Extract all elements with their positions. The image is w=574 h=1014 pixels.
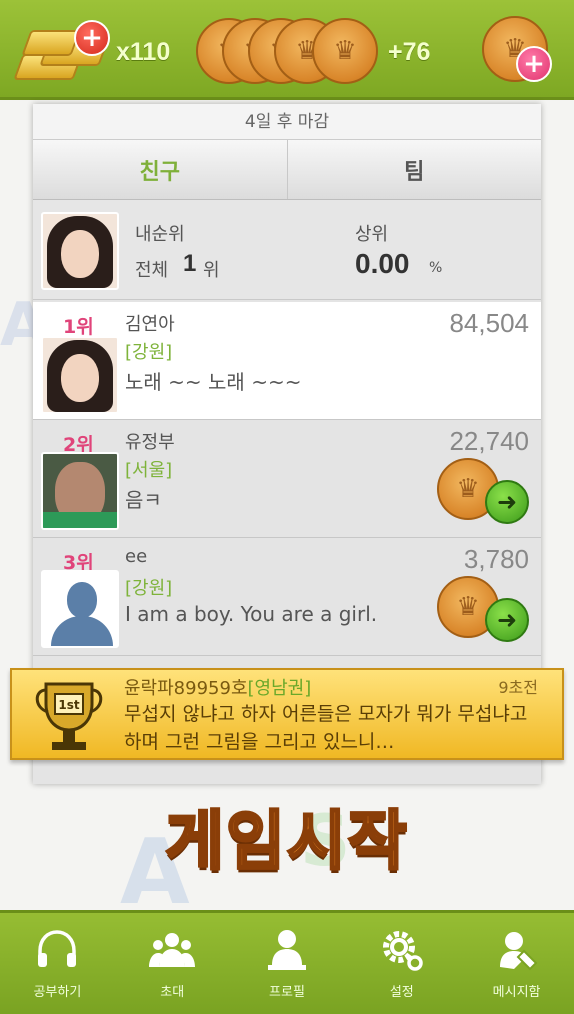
friend-score: 84,504 xyxy=(449,308,529,338)
banner-time: 9초전 xyxy=(498,678,538,697)
my-rank-value: 1 xyxy=(183,250,197,277)
friend-message: 음ㅋ xyxy=(125,488,162,512)
percent-sign: % xyxy=(429,260,443,276)
nav-item-settings[interactable]: 설정 xyxy=(344,913,459,1014)
game-start-button[interactable]: 게임시작 xyxy=(0,790,574,882)
add-gold-button[interactable]: + xyxy=(74,20,110,56)
banner-user-region: [영남권] xyxy=(247,678,312,699)
banner-user-name: 윤락파89959호 xyxy=(124,678,248,699)
friend-score: 3,780 xyxy=(463,544,529,574)
total-prefix: 전체 xyxy=(135,260,169,281)
friend-region: [강원] xyxy=(125,578,173,599)
friend-name: 유정부 xyxy=(125,432,175,453)
nav-label: 프로필 xyxy=(269,985,305,1000)
tab-friends[interactable]: 친구 xyxy=(33,140,288,199)
friend-avatar[interactable] xyxy=(41,452,119,530)
nav-item-messages[interactable]: 메시지함 xyxy=(459,913,574,1014)
bottom-nav: 공부하기 초대 프로필 설정 메시지함 xyxy=(0,910,574,1014)
message-icon xyxy=(499,932,537,971)
first-place-banner[interactable]: 1st 윤락파89959호[영남권] 9초전 무섭지 않냐고 하자 어른들은 모… xyxy=(10,668,564,760)
my-rank-label: 내순위 xyxy=(135,224,185,245)
coin-count: +76 xyxy=(388,38,431,66)
friend-avatar[interactable] xyxy=(41,570,119,648)
friend-name: ee xyxy=(125,546,148,567)
send-coin-button[interactable]: ♛ ➜ xyxy=(437,456,529,526)
nav-item-profile[interactable]: 프로필 xyxy=(230,913,345,1014)
my-rank-summary: 내순위 전체 1 위 상위 0.00 % xyxy=(33,200,541,300)
rank-label: 1위 xyxy=(63,316,94,338)
gear-icon xyxy=(382,931,423,971)
friend-message: I am a boy. You are a girl. xyxy=(125,602,378,626)
send-coin-button[interactable]: ♛ ➜ xyxy=(437,574,529,644)
svg-text:1st: 1st xyxy=(58,698,79,712)
friend-avatar[interactable] xyxy=(41,336,119,414)
top-percent-label: 상위 xyxy=(355,224,389,245)
banner-message: 무섭지 않냐고 하자 어른들은 모자가 뭐가 무섭냐고 하며 그런 그림을 그리… xyxy=(124,703,528,753)
ranking-row[interactable]: 3위 ee [강원] I am a boy. You are a girl. 3… xyxy=(33,538,541,656)
ranking-row[interactable]: 2위 유정부 [서울] 음ㅋ 22,740 ♛ ➜ xyxy=(33,420,541,538)
headphones-icon xyxy=(38,930,77,967)
tab-team[interactable]: 팀 xyxy=(288,140,542,199)
nav-item-invite[interactable]: 초대 xyxy=(115,913,230,1014)
gold-count: x110 xyxy=(116,38,171,66)
friend-name: 김연아 xyxy=(125,314,175,335)
friend-score: 22,740 xyxy=(449,426,529,456)
nav-label: 설정 xyxy=(389,985,414,1000)
top-bar: + x110 ♛ ♛ ♛ ♛ ♛ +76 ♛ + xyxy=(0,0,574,100)
nav-item-study[interactable]: 공부하기 xyxy=(0,913,115,1014)
top-percent-value: 0.00 xyxy=(355,248,410,279)
people-icon xyxy=(149,933,196,967)
friend-region: [강원] xyxy=(125,342,173,363)
add-coin-button[interactable]: + xyxy=(516,46,552,82)
nav-label: 공부하기 xyxy=(33,985,82,1000)
rank-suffix: 위 xyxy=(203,260,220,281)
arrow-right-icon: ➜ xyxy=(485,480,529,524)
ranking-tabs: 친구 팀 xyxy=(33,140,541,200)
deadline-text: 4일 후 마감 xyxy=(33,104,541,140)
arrow-right-icon: ➜ xyxy=(485,598,529,642)
nav-label: 초대 xyxy=(160,985,185,1000)
my-avatar[interactable] xyxy=(41,212,119,290)
ranking-row[interactable]: 1위 김연아 [강원] 노래 ~~ 노래 ~~~ 84,504 xyxy=(33,302,541,420)
friend-message: 노래 ~~ 노래 ~~~ xyxy=(125,370,302,394)
profile-icon xyxy=(267,930,306,970)
friend-region: [서울] xyxy=(125,460,173,481)
trophy-icon: 1st xyxy=(35,682,103,750)
nav-label: 메시지함 xyxy=(492,985,541,1000)
